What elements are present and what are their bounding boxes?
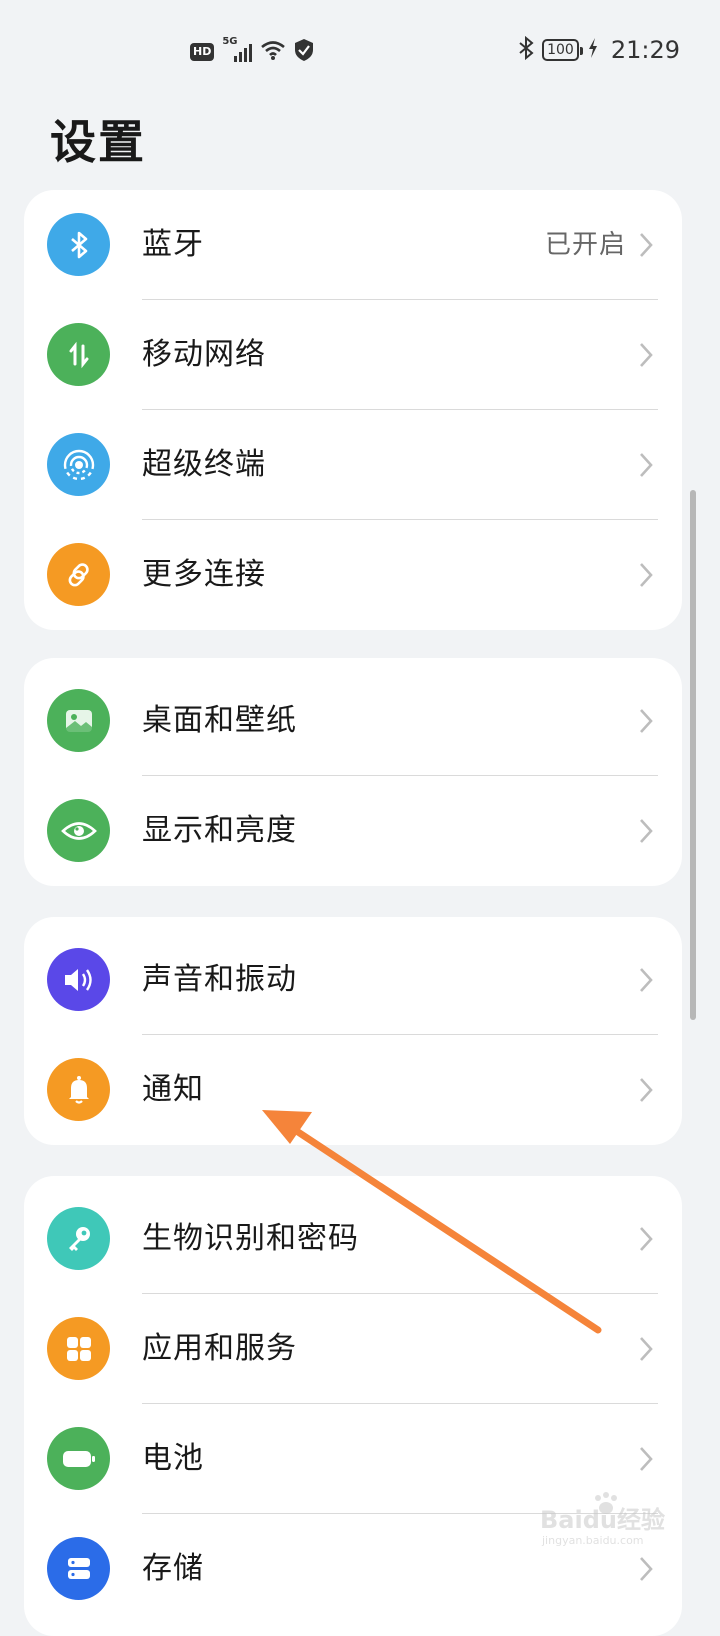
- eye-icon: [47, 799, 110, 862]
- chevron-right-icon: [640, 453, 653, 477]
- storage-icon: [47, 1537, 110, 1600]
- watermark-domain: jingyan.baidu.com: [541, 1534, 644, 1547]
- network-type-label: 5G: [222, 36, 238, 47]
- scrollbar[interactable]: [690, 490, 696, 1020]
- setting-item-label: 应用和服务: [142, 1331, 297, 1366]
- setting-item-label: 移动网络: [142, 337, 266, 372]
- wifi-icon: [260, 39, 286, 65]
- setting-item-wallpaper[interactable]: 桌面和壁纸: [24, 666, 682, 776]
- speaker-icon: [47, 948, 110, 1011]
- bell-icon: [47, 1058, 110, 1121]
- setting-item-more-connections[interactable]: 更多连接: [24, 520, 682, 630]
- battery-indicator: 100: [542, 39, 583, 61]
- battery-icon: [47, 1427, 110, 1490]
- setting-item-label: 电池: [142, 1441, 204, 1476]
- setting-item-super-device[interactable]: 超级终端: [24, 410, 682, 520]
- chevron-right-icon: [640, 819, 653, 843]
- setting-item-bluetooth[interactable]: 蓝牙 已开启: [24, 190, 682, 300]
- chevron-right-icon: [640, 563, 653, 587]
- charging-icon: [587, 37, 599, 63]
- setting-item-mobile-network[interactable]: 移动网络: [24, 300, 682, 410]
- chevron-right-icon: [640, 968, 653, 992]
- settings-group-connectivity: 蓝牙 已开启 移动网络 超级终端 更多连接: [24, 190, 682, 630]
- setting-item-notifications[interactable]: 通知: [24, 1035, 682, 1145]
- signal-icon: 5G: [222, 36, 253, 64]
- chevron-right-icon: [640, 1557, 653, 1581]
- setting-item-label: 存储: [142, 1551, 204, 1586]
- setting-item-label: 声音和振动: [142, 962, 297, 997]
- bluetooth-icon: [47, 213, 110, 276]
- setting-item-label: 桌面和壁纸: [142, 703, 297, 738]
- chevron-right-icon: [640, 1337, 653, 1361]
- baidu-watermark: Baidu经验 jingyan.baidu.com: [540, 1492, 665, 1547]
- super-device-icon: [47, 433, 110, 496]
- chevron-right-icon: [640, 1447, 653, 1471]
- chevron-right-icon: [640, 233, 653, 257]
- shield-icon: [294, 38, 314, 66]
- setting-item-display-brightness[interactable]: 显示和亮度: [24, 776, 682, 886]
- clock: 21:29: [610, 36, 680, 64]
- chevron-right-icon: [640, 1078, 653, 1102]
- settings-group-security-apps: 生物识别和密码 应用和服务 电池 存储: [24, 1176, 682, 1636]
- hd-badge: HD: [190, 43, 215, 61]
- settings-group-display: 桌面和壁纸 显示和亮度: [24, 658, 682, 886]
- chevron-right-icon: [640, 709, 653, 733]
- page-title: 设置: [50, 115, 146, 169]
- apps-grid-icon: [47, 1317, 110, 1380]
- status-right: 100 21:29: [518, 35, 680, 64]
- setting-item-biometrics-password[interactable]: 生物识别和密码: [24, 1184, 682, 1294]
- mobile-data-icon: [47, 323, 110, 386]
- chevron-right-icon: [640, 1227, 653, 1251]
- wallpaper-icon: [47, 689, 110, 752]
- setting-item-label: 更多连接: [142, 557, 266, 592]
- key-icon: [47, 1207, 110, 1270]
- chevron-right-icon: [640, 343, 653, 367]
- watermark-brand: Baidu经验: [540, 1506, 665, 1534]
- setting-item-label: 超级终端: [142, 447, 266, 482]
- status-bar: HD 5G 100 21:29: [0, 0, 720, 100]
- setting-item-label: 通知: [142, 1072, 204, 1107]
- setting-item-label: 蓝牙: [142, 227, 204, 262]
- setting-item-value: 已开启: [544, 230, 626, 260]
- setting-item-label: 显示和亮度: [142, 813, 297, 848]
- setting-item-apps-services[interactable]: 应用和服务: [24, 1294, 682, 1404]
- setting-item-label: 生物识别和密码: [142, 1221, 359, 1256]
- setting-item-sound-vibration[interactable]: 声音和振动: [24, 925, 682, 1035]
- link-icon: [47, 543, 110, 606]
- status-left: HD 5G: [190, 36, 314, 66]
- bluetooth-status-icon: [518, 35, 534, 64]
- settings-group-sound: 声音和振动 通知: [24, 917, 682, 1145]
